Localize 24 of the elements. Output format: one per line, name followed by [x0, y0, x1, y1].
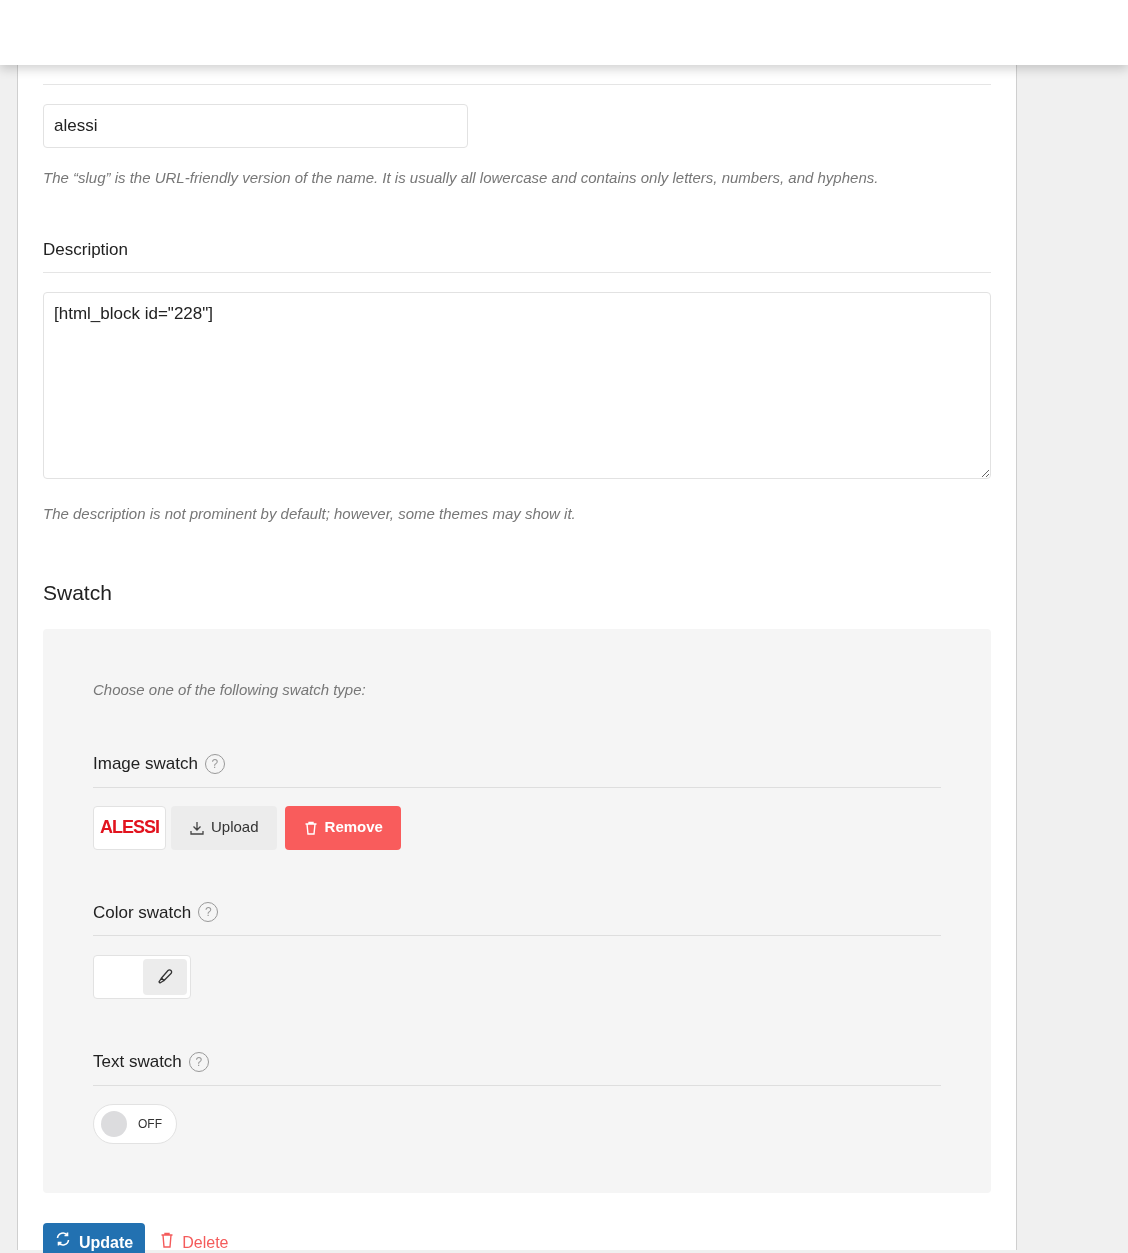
eyedropper-icon — [156, 968, 174, 986]
color-picker[interactable] — [93, 955, 191, 999]
field-label: Image swatch — [93, 753, 198, 775]
slug-input[interactable]: alessi — [43, 104, 468, 148]
upload-button[interactable]: Upload — [171, 805, 277, 850]
help-text: The description is not prominent by default; however, some themes may show it. — [43, 503, 577, 524]
trash-icon — [159, 1230, 176, 1249]
toggle-knob — [101, 1110, 127, 1137]
refresh-icon — [55, 1230, 71, 1247]
help-text: The “slug” is the URL-friendly version of the name. It is usually all lowercase and contains only letters, numbers, and hyphens. — [43, 168, 880, 188]
logo-thumbnail: ALESSI — [93, 805, 166, 850]
update-button[interactable]: Update — [43, 1222, 146, 1253]
intro-text: Choose one of the following swatch type: — [93, 679, 367, 700]
remove-button[interactable]: Remove — [284, 805, 401, 850]
toggle-switch[interactable]: OFF — [93, 1103, 177, 1144]
delete-link[interactable]: Delete — [159, 1222, 229, 1253]
field-label: Color swatch — [93, 901, 192, 924]
section-heading: Swatch — [43, 580, 113, 606]
field-label: Description — [43, 238, 130, 261]
eyedropper-button[interactable] — [143, 959, 187, 995]
toggle-label: OFF — [138, 1115, 162, 1133]
field-label: Text swatch — [93, 1051, 182, 1073]
description-textarea[interactable]: [html_block id="228"] — [43, 291, 991, 479]
download-icon — [189, 819, 205, 836]
